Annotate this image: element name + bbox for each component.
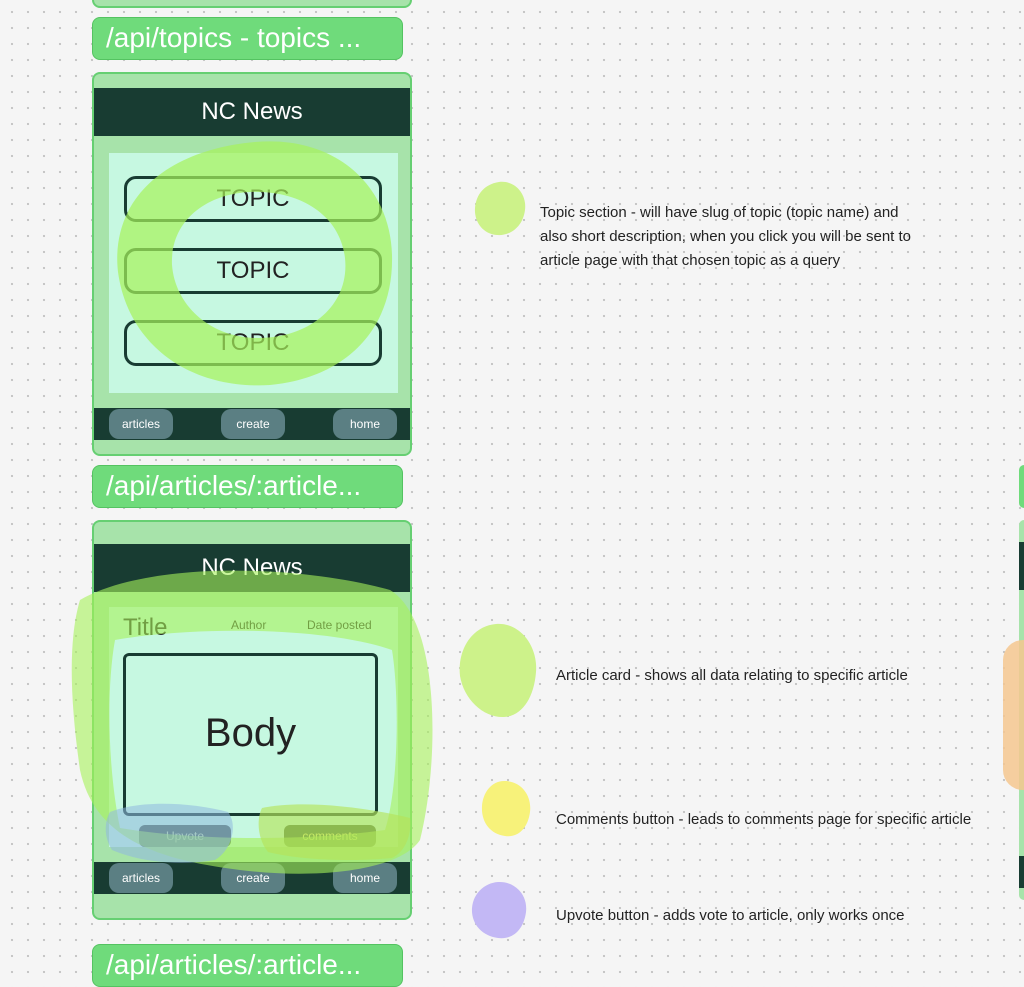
- topic-marker-icon: [474, 181, 526, 236]
- nav-home-button[interactable]: home: [333, 863, 397, 893]
- nav-articles-button[interactable]: articles: [109, 409, 173, 439]
- article-card-note: Article card - shows all data relating t…: [556, 667, 908, 684]
- bottom-nav: articles create home: [94, 862, 410, 894]
- article-frame: NC News Title Author Date posted Body Up…: [92, 520, 412, 920]
- upvote-marker-icon: [471, 881, 527, 939]
- route-label-bottom[interactable]: /api/articles/:article...: [92, 944, 403, 987]
- app-header: NC News: [94, 88, 410, 136]
- topic-button[interactable]: TOPIC: [124, 176, 382, 222]
- topic-section-note: Topic section - will have slug of topic …: [540, 204, 912, 269]
- article-marker-icon: [459, 623, 537, 718]
- upvote-button-note: Upvote button - adds vote to article, on…: [556, 907, 905, 924]
- topic-button[interactable]: TOPIC: [124, 248, 382, 294]
- nav-create-button[interactable]: create: [221, 409, 285, 439]
- comments-button[interactable]: comments: [284, 825, 376, 847]
- nav-home-button[interactable]: home: [333, 409, 397, 439]
- article-body: Body: [123, 653, 378, 816]
- article-author: Author: [231, 618, 267, 632]
- app-header: NC News: [94, 544, 410, 592]
- nav-articles-button[interactable]: articles: [109, 863, 173, 893]
- route-label-article[interactable]: /api/articles/:article...: [92, 465, 403, 508]
- topic-button[interactable]: TOPIC: [124, 320, 382, 366]
- neighbor-route-label-edge: [1019, 465, 1024, 508]
- route-label-topics[interactable]: /api/topics - topics ...: [92, 17, 403, 60]
- upvote-button[interactable]: Upvote: [139, 825, 231, 847]
- comments-marker-icon: [481, 780, 531, 837]
- topics-frame: NC News TOPIC TOPIC TOPIC articles creat…: [92, 72, 412, 456]
- article-title: Title: [123, 614, 168, 641]
- nav-create-button[interactable]: create: [221, 863, 285, 893]
- neighbor-orange-scribble: [1003, 640, 1024, 790]
- frame-edge-top: [92, 0, 412, 8]
- bottom-nav: articles create home: [94, 408, 410, 440]
- article-date: Date posted: [307, 618, 372, 632]
- comments-button-note: Comments button - leads to comments page…: [556, 811, 972, 828]
